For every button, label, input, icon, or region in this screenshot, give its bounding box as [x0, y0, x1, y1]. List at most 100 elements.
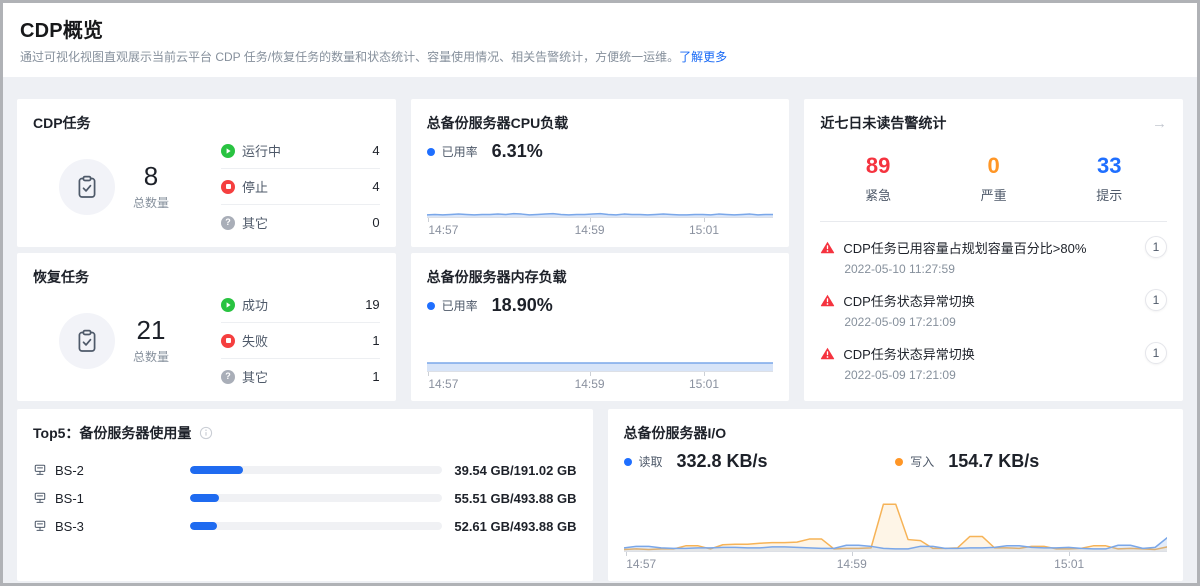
cpu-load-card: 总备份服务器CPU负载 已用率 6.31% 14:5714:5915:01 [411, 99, 790, 247]
alert-item-top: CDP任务状态异常切换 1 [820, 342, 1167, 364]
write-value: 154.7 KB/s [948, 451, 1039, 472]
cpu-chart: 14:5714:5915:01 [427, 175, 774, 237]
usage-bar-fill [190, 494, 218, 502]
top5-row: BS-3 52.61 GB/493.88 GB [33, 512, 577, 540]
server-name-group: BS-3 [33, 519, 190, 534]
top5-row: BS-2 39.54 GB/191.02 GB [33, 456, 577, 484]
cdp-overview-page: CDP概览 通过可视化视图直观展示当前云平台 CDP 任务/恢复任务的数量和状态… [0, 0, 1200, 586]
io-title: 总备份服务器I/O [624, 423, 1168, 443]
alert-item-top: CDP任务已用容量占规划容量百分比>80% 1 [820, 236, 1167, 258]
stat-row-other: ?其它 0 [221, 204, 380, 240]
other-status-icon: ? [221, 370, 235, 384]
usage-bar-fill [190, 466, 242, 474]
stat-label: 运行中 [242, 141, 281, 160]
usage-bar-track [190, 522, 442, 530]
memory-usage-value: 18.90% [492, 295, 553, 316]
read-value: 332.8 KB/s [677, 451, 768, 472]
arrow-right-icon[interactable]: → [1152, 116, 1167, 131]
running-status-icon [221, 144, 235, 158]
alert-item-top: CDP任务状态异常切换 1 [820, 289, 1167, 311]
alert-item[interactable]: CDP任务状态异常切换 1 2022-05-09 17:21:09 [820, 342, 1167, 382]
learn-more-link[interactable]: 了解更多 [679, 50, 727, 64]
alert-item[interactable]: CDP任务状态异常切换 1 2022-05-09 17:21:09 [820, 289, 1167, 329]
success-status-icon [221, 298, 235, 312]
page-header: CDP概览 通过可视化视图直观展示当前云平台 CDP 任务/恢复任务的数量和状态… [3, 3, 1197, 77]
recovery-tasks-title: 恢复任务 [33, 267, 380, 287]
stat-label-group: 失败 [221, 331, 268, 350]
dashboard-body: CDP任务 8 总数量 运行中 4 [3, 77, 1197, 586]
alert-list: CDP任务已用容量占规划容量百分比>80% 1 2022-05-10 11:27… [820, 236, 1167, 395]
alerts-card: 近七日未读告警统计 → 89 紧急 0 严重 33 提示 [804, 99, 1183, 401]
info-icon[interactable] [199, 426, 213, 440]
usage-bar-track [190, 466, 442, 474]
stopped-status-icon [221, 180, 235, 194]
server-name-group: BS-2 [33, 463, 190, 478]
recovery-tasks-total-count: 21 [133, 316, 169, 346]
memory-chart-axis: 14:5714:5915:01 [427, 371, 774, 391]
stat-label-group: ?其它 [221, 213, 268, 232]
stat-label: 停止 [242, 177, 268, 196]
stat-label: 成功 [242, 295, 268, 314]
top5-title-row: Top5：备份服务器使用量 [33, 423, 577, 443]
stat-label: 其它 [242, 367, 268, 386]
top-card-grid: CDP任务 8 总数量 运行中 4 [17, 99, 1183, 401]
write-legend-dot-icon [895, 458, 903, 466]
alert-stat-value: 33 [1051, 153, 1167, 179]
stat-label-group: 成功 [221, 295, 268, 314]
io-read-legend: 读取 332.8 KB/s [624, 451, 896, 472]
alerts-title-row: 近七日未读告警统计 → [820, 113, 1167, 133]
page-subtitle-text: 通过可视化视图直观展示当前云平台 CDP 任务/恢复任务的数量和状态统计、容量使… [20, 50, 679, 64]
usage-text: 39.54 GB/191.02 GB [454, 463, 576, 478]
bottom-card-grid: Top5：备份服务器使用量 BS-2 39.54 GB/191.02 GB BS… [17, 409, 1183, 581]
stat-value: 19 [365, 297, 379, 312]
alert-item-time: 2022-05-10 11:27:59 [844, 262, 1167, 276]
cdp-tasks-total-group: 8 总数量 [59, 159, 199, 215]
warning-triangle-icon [820, 240, 835, 255]
alert-count-badge: 1 [1145, 342, 1167, 364]
memory-load-card: 总备份服务器内存负载 已用率 18.90% 14:5714:5915:01 [411, 253, 790, 401]
cpu-legend-label: 已用率 [442, 143, 478, 160]
memory-chart: 14:5714:5915:01 [427, 329, 774, 391]
io-card: 总备份服务器I/O 读取 332.8 KB/s 写入 154.7 KB/s [608, 409, 1184, 581]
cpu-usage-value: 6.31% [492, 141, 543, 162]
stat-label: 失败 [242, 331, 268, 350]
server-name: BS-2 [55, 463, 84, 478]
recovery-tasks-total-label: 总数量 [133, 348, 169, 365]
alert-stat-label: 提示 [1051, 185, 1167, 204]
server-icon [33, 463, 47, 477]
failed-status-icon [221, 334, 235, 348]
alert-item-time: 2022-05-09 17:21:09 [844, 368, 1167, 382]
io-write-legend: 写入 154.7 KB/s [895, 451, 1167, 472]
memory-legend-label: 已用率 [442, 297, 478, 314]
stat-label: 其它 [242, 213, 268, 232]
alert-stat-label: 紧急 [820, 185, 936, 204]
alert-stat-value: 89 [820, 153, 936, 179]
top5-usage-card: Top5：备份服务器使用量 BS-2 39.54 GB/191.02 GB BS… [17, 409, 593, 581]
recovery-tasks-stat-list: 成功 19 失败 1 ? 其它 1 [221, 287, 380, 394]
alert-stat-info: 33 提示 [1051, 153, 1167, 204]
warning-triangle-icon [820, 346, 835, 361]
io-chart-axis: 14:5714:5915:01 [624, 551, 1168, 571]
cpu-load-title: 总备份服务器CPU负载 [427, 113, 774, 133]
alert-item[interactable]: CDP任务已用容量占规划容量百分比>80% 1 2022-05-10 11:27… [820, 236, 1167, 276]
stat-value: 1 [372, 333, 379, 348]
divider [820, 221, 1167, 222]
usage-text: 55.51 GB/493.88 GB [454, 491, 576, 506]
top5-row: BS-1 55.51 GB/493.88 GB [33, 484, 577, 512]
alert-stat-label: 严重 [936, 185, 1052, 204]
cdp-tasks-card: CDP任务 8 总数量 运行中 4 [17, 99, 396, 247]
server-name: BS-1 [55, 491, 84, 506]
memory-load-title: 总备份服务器内存负载 [427, 267, 774, 287]
server-icon [33, 491, 47, 505]
stat-value: 4 [372, 143, 379, 158]
stat-row-failed: 失败 1 [221, 322, 380, 358]
alert-item-title: CDP任务状态异常切换 [843, 344, 1137, 363]
cdp-tasks-total-count: 8 [133, 162, 169, 192]
memory-legend: 已用率 18.90% [427, 295, 774, 316]
clipboard-check-icon [59, 313, 115, 369]
cdp-tasks-stat-list: 运行中 4 停止 4 ?其它 0 [221, 133, 380, 240]
recovery-tasks-total-group: 21 总数量 [59, 313, 199, 369]
stat-label-group: ? 其它 [221, 367, 268, 386]
write-label: 写入 [910, 453, 934, 470]
alert-count-badge: 1 [1145, 289, 1167, 311]
